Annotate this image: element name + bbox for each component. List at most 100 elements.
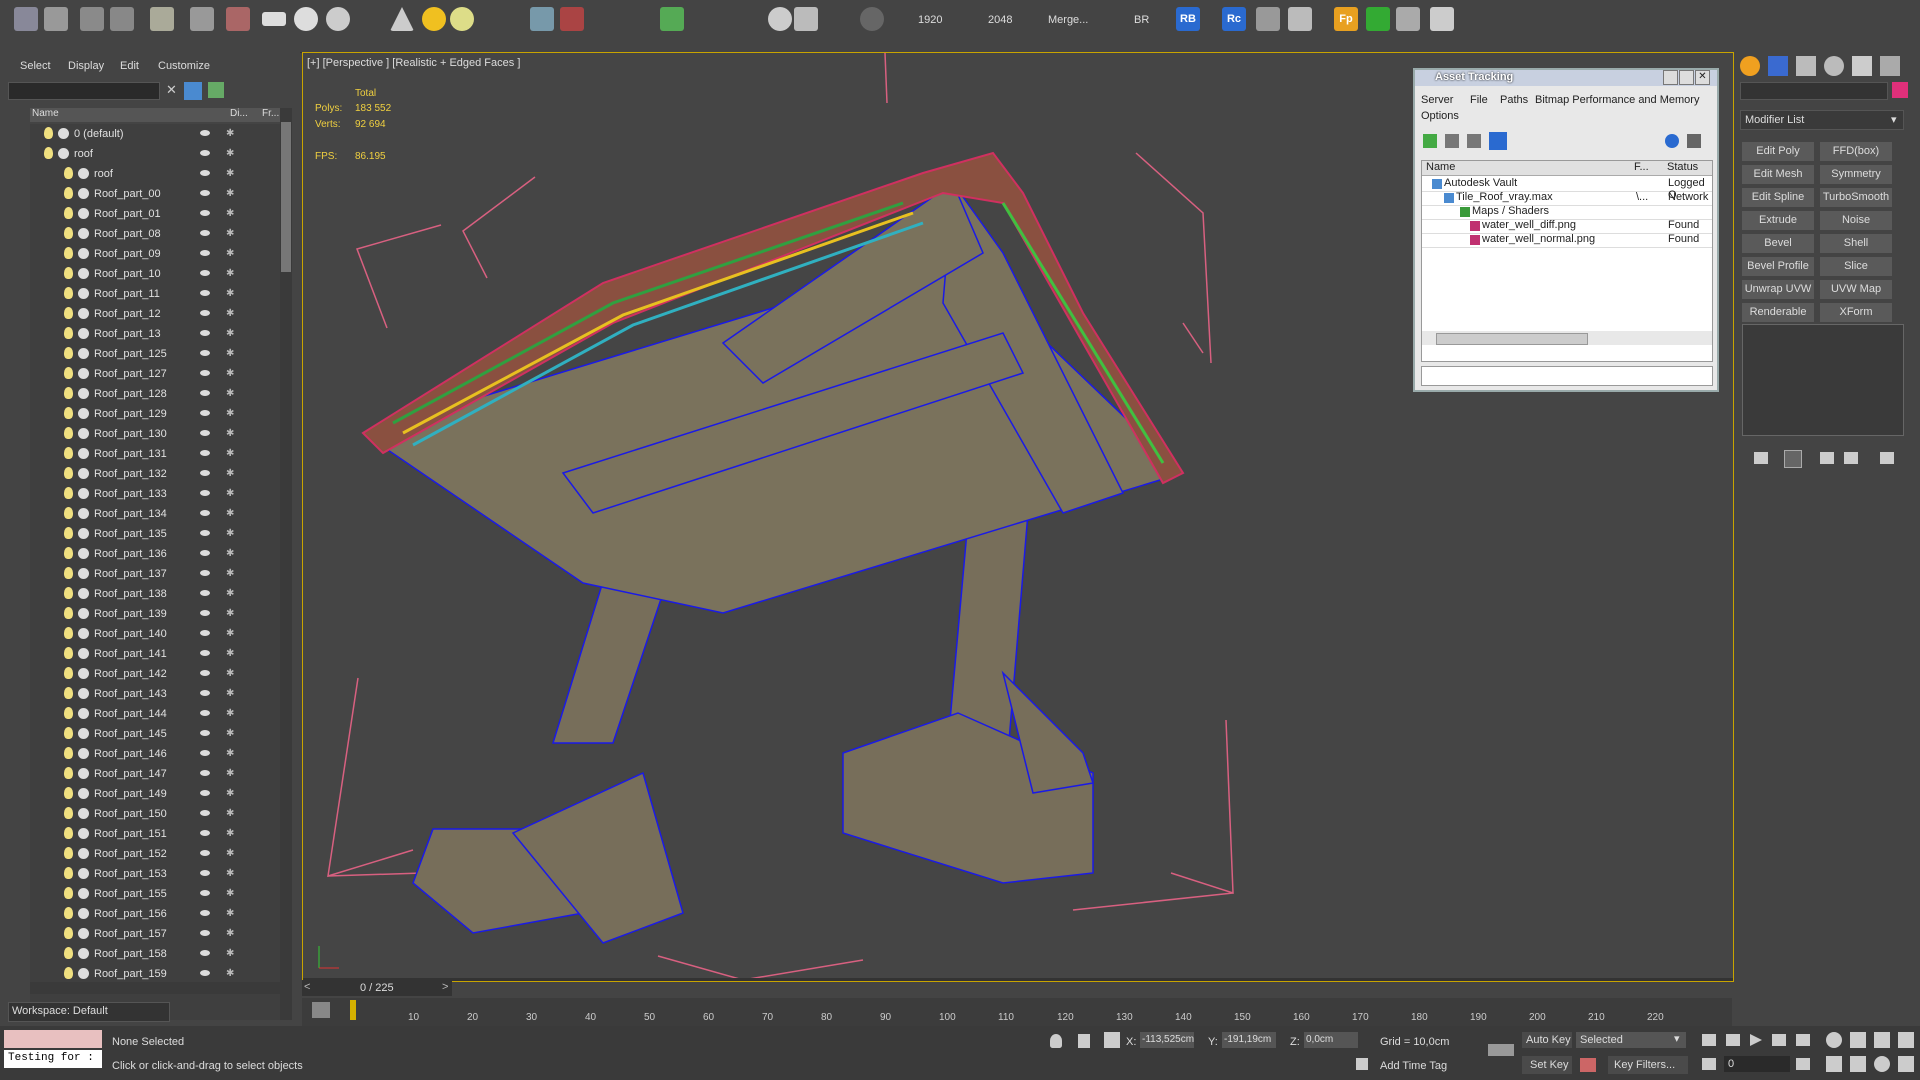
next-frame-icon[interactable] bbox=[1772, 1034, 1786, 1046]
explorer-row[interactable]: Roof_part_153 ✱ bbox=[30, 864, 280, 884]
display-icon[interactable] bbox=[200, 550, 210, 556]
freeze-icon[interactable]: ✱ bbox=[226, 688, 234, 699]
freeze-icon[interactable]: ✱ bbox=[226, 508, 234, 519]
modify-tab-icon[interactable] bbox=[1768, 56, 1788, 76]
explorer-row[interactable]: Roof_part_146 ✱ bbox=[30, 744, 280, 764]
visibility-bulb-icon[interactable] bbox=[64, 947, 73, 959]
freeze-icon[interactable]: ✱ bbox=[226, 928, 234, 939]
display-icon[interactable] bbox=[200, 310, 210, 316]
display-icon[interactable] bbox=[200, 150, 210, 156]
sphere-icon[interactable] bbox=[294, 7, 318, 31]
zoom-extents-icon[interactable] bbox=[1874, 1032, 1890, 1048]
display-icon[interactable] bbox=[200, 170, 210, 176]
auto-key-button[interactable]: Auto Key bbox=[1522, 1032, 1572, 1048]
maxscript-input[interactable]: Testing for : bbox=[4, 1050, 102, 1068]
visibility-bulb-icon[interactable] bbox=[64, 627, 73, 639]
explorer-row[interactable]: Roof_part_150 ✱ bbox=[30, 804, 280, 824]
maximize-viewport-icon[interactable] bbox=[1898, 1056, 1914, 1072]
visibility-bulb-icon[interactable] bbox=[64, 387, 73, 399]
freeze-icon[interactable]: ✱ bbox=[226, 948, 234, 959]
modifier-button[interactable]: Noise bbox=[1820, 211, 1892, 230]
y-coordinate-field[interactable]: -191,19cm bbox=[1222, 1032, 1276, 1048]
visibility-bulb-icon[interactable] bbox=[64, 767, 73, 779]
visibility-bulb-icon[interactable] bbox=[64, 587, 73, 599]
explorer-row[interactable]: Roof_part_145 ✱ bbox=[30, 724, 280, 744]
key-mode-icon[interactable] bbox=[1580, 1058, 1596, 1072]
help-icon[interactable] bbox=[1665, 134, 1679, 148]
freeze-icon[interactable]: ✱ bbox=[226, 708, 234, 719]
clear-search-icon[interactable]: ✕ bbox=[166, 82, 177, 98]
refresh-icon[interactable] bbox=[1423, 134, 1437, 148]
display-icon[interactable] bbox=[200, 450, 210, 456]
explorer-row[interactable]: Roof_part_152 ✱ bbox=[30, 844, 280, 864]
visibility-bulb-icon[interactable] bbox=[64, 327, 73, 339]
utilities-tab-icon[interactable] bbox=[1880, 56, 1900, 76]
show-end-result-icon[interactable] bbox=[1784, 450, 1802, 468]
toolbar-height-button[interactable]: 2048 bbox=[988, 14, 1012, 26]
freeze-icon[interactable]: ✱ bbox=[226, 468, 234, 479]
toolbar-width-button[interactable]: 1920 bbox=[918, 14, 942, 26]
display-icon[interactable] bbox=[200, 730, 210, 736]
previous-frame-icon[interactable] bbox=[1726, 1034, 1740, 1046]
explorer-row[interactable]: roof ✱ bbox=[30, 144, 280, 164]
wrench-icon[interactable] bbox=[1396, 7, 1420, 31]
cone-icon[interactable] bbox=[390, 7, 414, 31]
cylinder-icon[interactable] bbox=[326, 7, 350, 31]
explorer-row[interactable]: Roof_part_141 ✱ bbox=[30, 644, 280, 664]
freeze-icon[interactable]: ✱ bbox=[226, 628, 234, 639]
key-icon[interactable] bbox=[1488, 1044, 1514, 1056]
visibility-bulb-icon[interactable] bbox=[64, 267, 73, 279]
tree-icon[interactable] bbox=[1366, 7, 1390, 31]
modifier-button[interactable]: Symmetry bbox=[1820, 165, 1892, 184]
explorer-row[interactable]: Roof_part_125 ✱ bbox=[30, 344, 280, 364]
next-frame-arrow[interactable]: > bbox=[442, 981, 448, 993]
freeze-icon[interactable]: ✱ bbox=[226, 728, 234, 739]
asset-row[interactable]: Autodesk Vault Logged O bbox=[1422, 177, 1712, 201]
freeze-icon[interactable]: ✱ bbox=[226, 768, 234, 779]
explorer-row[interactable]: Roof_part_158 ✱ bbox=[30, 944, 280, 964]
explorer-menu-select[interactable]: Select bbox=[20, 60, 51, 72]
display-icon[interactable] bbox=[200, 410, 210, 416]
time-slider[interactable]: < 0 / 225 > bbox=[302, 980, 452, 996]
explorer-row[interactable]: Roof_part_10 ✱ bbox=[30, 264, 280, 284]
modifier-button[interactable]: Shell bbox=[1820, 234, 1892, 253]
freeze-icon[interactable]: ✱ bbox=[226, 388, 234, 399]
explorer-row[interactable]: Roof_part_01 ✱ bbox=[30, 204, 280, 224]
freeze-icon[interactable]: ✱ bbox=[226, 328, 234, 339]
material-editor-icon[interactable] bbox=[80, 7, 104, 31]
display-icon[interactable] bbox=[200, 810, 210, 816]
selection-set-dropdown[interactable]: Selected ▾ bbox=[1576, 1032, 1686, 1048]
close-icon[interactable]: ✕ bbox=[1695, 70, 1710, 85]
workspace-selector[interactable]: Workspace: Default bbox=[8, 1002, 170, 1022]
column-name-header[interactable]: Name bbox=[32, 108, 59, 119]
br-button[interactable]: BR bbox=[1134, 14, 1149, 26]
asset-hscrollbar[interactable] bbox=[1422, 331, 1712, 345]
freeze-icon[interactable]: ✱ bbox=[226, 588, 234, 599]
freeze-icon[interactable]: ✱ bbox=[226, 528, 234, 539]
visibility-bulb-icon[interactable] bbox=[64, 187, 73, 199]
visibility-bulb-icon[interactable] bbox=[64, 487, 73, 499]
time-slider-handle[interactable] bbox=[350, 1000, 356, 1020]
visibility-bulb-icon[interactable] bbox=[64, 827, 73, 839]
explorer-row[interactable]: Roof_part_140 ✱ bbox=[30, 624, 280, 644]
freeze-icon[interactable]: ✱ bbox=[226, 308, 234, 319]
play-icon[interactable] bbox=[1750, 1034, 1762, 1046]
display-icon[interactable] bbox=[200, 850, 210, 856]
display-icon[interactable] bbox=[200, 230, 210, 236]
explorer-row[interactable]: roof ✱ bbox=[30, 164, 280, 184]
freeze-icon[interactable]: ✱ bbox=[226, 648, 234, 659]
key-filters-button[interactable]: Key Filters... bbox=[1608, 1056, 1688, 1074]
freeze-icon[interactable]: ✱ bbox=[226, 368, 234, 379]
pan-icon[interactable] bbox=[1850, 1056, 1866, 1072]
visibility-bulb-icon[interactable] bbox=[64, 567, 73, 579]
freeze-icon[interactable]: ✱ bbox=[226, 748, 234, 759]
visibility-bulb-icon[interactable] bbox=[64, 607, 73, 619]
set-key-button[interactable]: Set Key bbox=[1522, 1056, 1572, 1074]
maximize-icon[interactable] bbox=[1679, 70, 1694, 85]
column-display-header[interactable]: Di... bbox=[230, 108, 248, 119]
freeze-icon[interactable]: ✱ bbox=[226, 488, 234, 499]
modifier-list-dropdown[interactable]: Modifier List ▾ bbox=[1740, 110, 1904, 130]
visibility-bulb-icon[interactable] bbox=[64, 447, 73, 459]
freeze-icon[interactable]: ✱ bbox=[226, 868, 234, 879]
object-name-input[interactable] bbox=[1740, 82, 1888, 100]
